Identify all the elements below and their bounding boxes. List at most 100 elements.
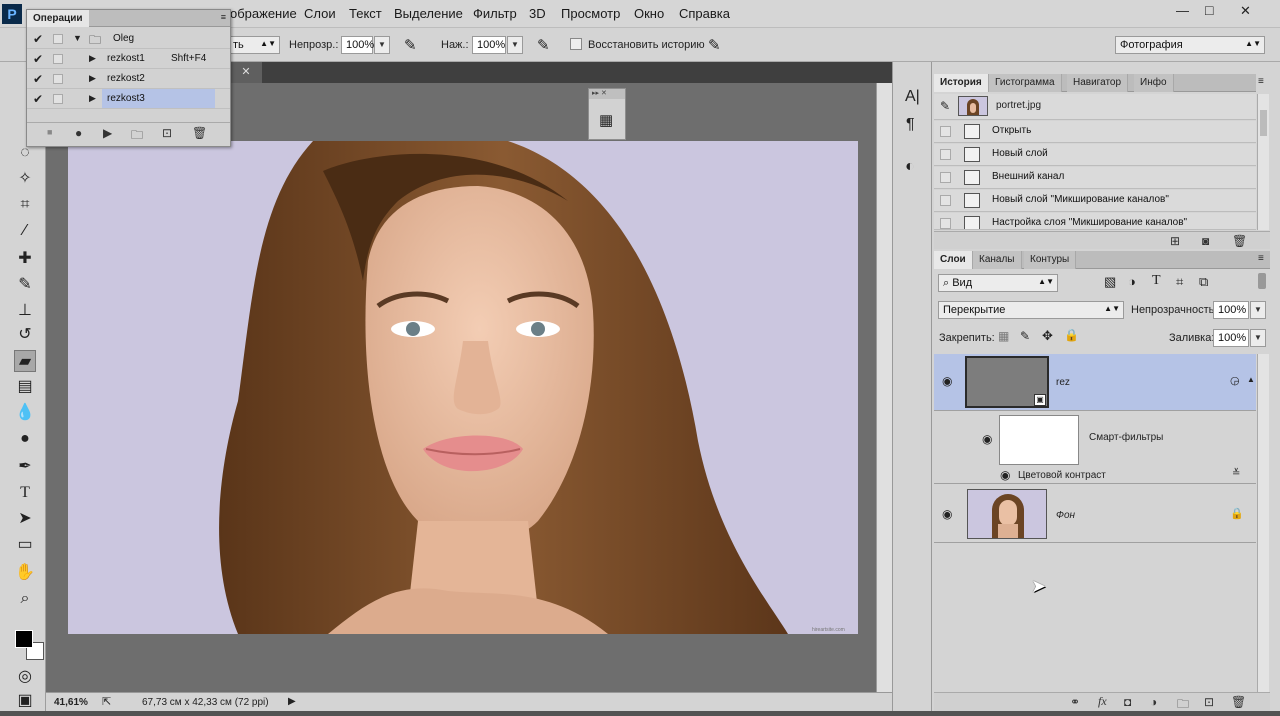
restore-history-checkbox[interactable]	[570, 38, 582, 50]
link-layers-icon[interactable]: ⚭	[1070, 695, 1080, 709]
tab-histogram[interactable]: Гистограмма	[989, 74, 1062, 92]
layer-row-selected[interactable]: ◉ ▣ rez ◶ ▲	[934, 354, 1256, 411]
workspace-dropdown[interactable]: Фотография ▲▼	[1115, 36, 1265, 54]
history-snapshot[interactable]: ✎ portret.jpg	[934, 94, 1256, 120]
filter-effect-row[interactable]: ◉ Цветовой контраст ≚	[934, 466, 1256, 484]
maximize-button[interactable]: □	[1205, 2, 1213, 18]
history-brush-checkbox[interactable]	[940, 218, 951, 229]
checkmark-icon[interactable]: ✔	[33, 72, 43, 86]
zoom-level[interactable]: 41,61%	[54, 697, 88, 708]
history-brush-checkbox[interactable]	[940, 195, 951, 206]
history-brush-checkbox[interactable]	[940, 172, 951, 183]
action-row-selected[interactable]: ✔ ▶ rezkost3	[27, 89, 230, 109]
collapse-arrow-icon[interactable]: ▶	[89, 53, 96, 64]
pressure-input[interactable]: 100%	[472, 36, 506, 54]
new-snapshot-icon[interactable]: ◙	[1202, 234, 1209, 248]
menu-help[interactable]: Справка	[679, 6, 730, 21]
filter-shape-icon[interactable]: ⌗	[1176, 274, 1183, 290]
foreground-color-swatch[interactable]	[15, 630, 33, 648]
layer-name[interactable]: rez	[1056, 377, 1070, 388]
delete-layer-icon[interactable]: 🗑	[1231, 695, 1246, 709]
checkmark-icon[interactable]: ✔	[33, 32, 43, 46]
fill-dropdown[interactable]: ▼	[1250, 329, 1266, 347]
visibility-eye-icon[interactable]: ◉	[982, 432, 992, 446]
layer-name[interactable]: Фон	[1056, 510, 1075, 521]
history-state[interactable]: Открыть	[934, 121, 1256, 143]
dialog-toggle[interactable]	[53, 34, 63, 44]
vertical-scrollbar[interactable]	[876, 83, 892, 692]
mini-panel-header[interactable]: ▸▸ ✕	[589, 89, 625, 99]
layer-filter-dropdown[interactable]: ⌕ Вид ▲▼	[938, 274, 1058, 292]
hand-tool-icon[interactable]: ✋	[14, 562, 36, 584]
action-row[interactable]: ✔ ▶ rezkost1 Shft+F4	[27, 49, 230, 69]
expand-arrow-icon[interactable]: ▼	[73, 33, 82, 43]
crop-tool-icon[interactable]: ⌗	[14, 194, 36, 216]
add-mask-icon[interactable]: ◘	[1124, 695, 1131, 709]
zoom-tool-icon[interactable]: ⌕	[14, 588, 36, 610]
smart-filter-indicator-icon[interactable]: ◶	[1230, 374, 1240, 387]
filter-type-icon[interactable]: T	[1152, 273, 1161, 289]
history-state[interactable]: Настройка слоя "Микширование каналов"	[934, 213, 1256, 230]
airbrush-icon[interactable]: ✎	[404, 36, 417, 54]
screen-mode-icon[interactable]: ▣	[14, 690, 36, 712]
action-set-row[interactable]: ✔ ▼ 🗀 Oleg	[27, 29, 230, 49]
quick-mask-icon[interactable]: ◎	[14, 666, 36, 688]
tab-channels[interactable]: Каналы	[973, 251, 1022, 269]
fill-input[interactable]: 100%	[1213, 329, 1249, 347]
history-brush-source-icon[interactable]: ✎	[940, 99, 950, 113]
menu-3d[interactable]: 3D	[529, 6, 546, 21]
history-state[interactable]: Новый слой	[934, 144, 1256, 166]
tab-layers[interactable]: Слои	[934, 251, 973, 269]
checkmark-icon[interactable]: ✔	[33, 52, 43, 66]
brush-tool-icon[interactable]: ✎	[14, 274, 36, 296]
document-tab[interactable]: ✕	[230, 62, 262, 83]
play-icon[interactable]: ▶	[103, 126, 112, 140]
new-set-icon[interactable]: 🗀	[131, 126, 143, 147]
visibility-eye-icon[interactable]: ◉	[1000, 468, 1010, 482]
actions-panel-title[interactable]: Операции	[27, 10, 89, 27]
visibility-eye-icon[interactable]: ◉	[942, 507, 952, 521]
paragraph-panel-icon[interactable]: ¶	[906, 116, 915, 134]
new-layer-icon[interactable]: ⊡	[1204, 695, 1214, 709]
menu-select[interactable]: Выделение	[394, 6, 463, 21]
brush-mode-dropdown[interactable]: ть ▲▼	[228, 36, 280, 54]
actions-panel-header[interactable]: Операции ≡	[27, 10, 230, 27]
tablet-size-icon[interactable]: ✎	[708, 36, 721, 54]
healing-brush-tool-icon[interactable]: ✚	[14, 248, 36, 270]
checkmark-icon[interactable]: ✔	[33, 92, 43, 106]
tab-paths[interactable]: Контуры	[1024, 251, 1077, 269]
minimize-button[interactable]: —	[1176, 3, 1189, 18]
record-icon[interactable]: ●	[75, 126, 82, 140]
dialog-toggle[interactable]	[53, 94, 63, 104]
menu-text[interactable]: Текст	[349, 6, 382, 21]
dialog-toggle[interactable]	[53, 74, 63, 84]
panel-menu-icon[interactable]: ≡	[221, 12, 226, 22]
pressure-tablet-icon[interactable]: ✎	[537, 36, 550, 54]
collapse-arrow-icon[interactable]: ▶	[89, 73, 96, 84]
filter-adjustment-icon[interactable]: ◑	[1128, 274, 1136, 289]
menu-filter[interactable]: Фильтр	[473, 6, 517, 21]
tab-history[interactable]: История	[934, 74, 989, 92]
menu-image[interactable]: ображение	[230, 6, 297, 21]
history-scrollbar[interactable]	[1257, 94, 1269, 230]
new-document-from-state-icon[interactable]: ⊞	[1170, 234, 1180, 248]
dodge-tool-icon[interactable]: ●	[14, 428, 36, 450]
history-brush-checkbox[interactable]	[940, 126, 951, 137]
layers-empty-area[interactable]	[934, 544, 1256, 692]
history-state[interactable]: Внешний канал	[934, 167, 1256, 189]
close-window-button[interactable]: ✕	[1240, 3, 1251, 19]
close-tab-icon[interactable]: ✕	[241, 66, 250, 78]
gradient-tool-icon[interactable]: ▤	[14, 376, 36, 398]
quick-select-tool-icon[interactable]: ✧	[14, 168, 36, 190]
delete-state-icon[interactable]: 🗑	[1232, 234, 1247, 248]
history-panel-menu-icon[interactable]: ≡	[1258, 76, 1264, 87]
layers-scrollbar[interactable]	[1257, 354, 1269, 692]
character-panel-icon[interactable]: A|	[905, 88, 920, 106]
adjustments-panel-icon[interactable]: ◐	[905, 158, 915, 176]
tab-navigator[interactable]: Навигатор	[1067, 74, 1129, 92]
action-row[interactable]: ✔ ▶ rezkost2	[27, 69, 230, 89]
stop-icon[interactable]: ■	[47, 127, 52, 137]
menu-window[interactable]: Окно	[634, 6, 664, 21]
layer-opacity-dropdown[interactable]: ▼	[1250, 301, 1266, 319]
blend-mode-dropdown[interactable]: Перекрытие ▲▼	[938, 301, 1124, 319]
